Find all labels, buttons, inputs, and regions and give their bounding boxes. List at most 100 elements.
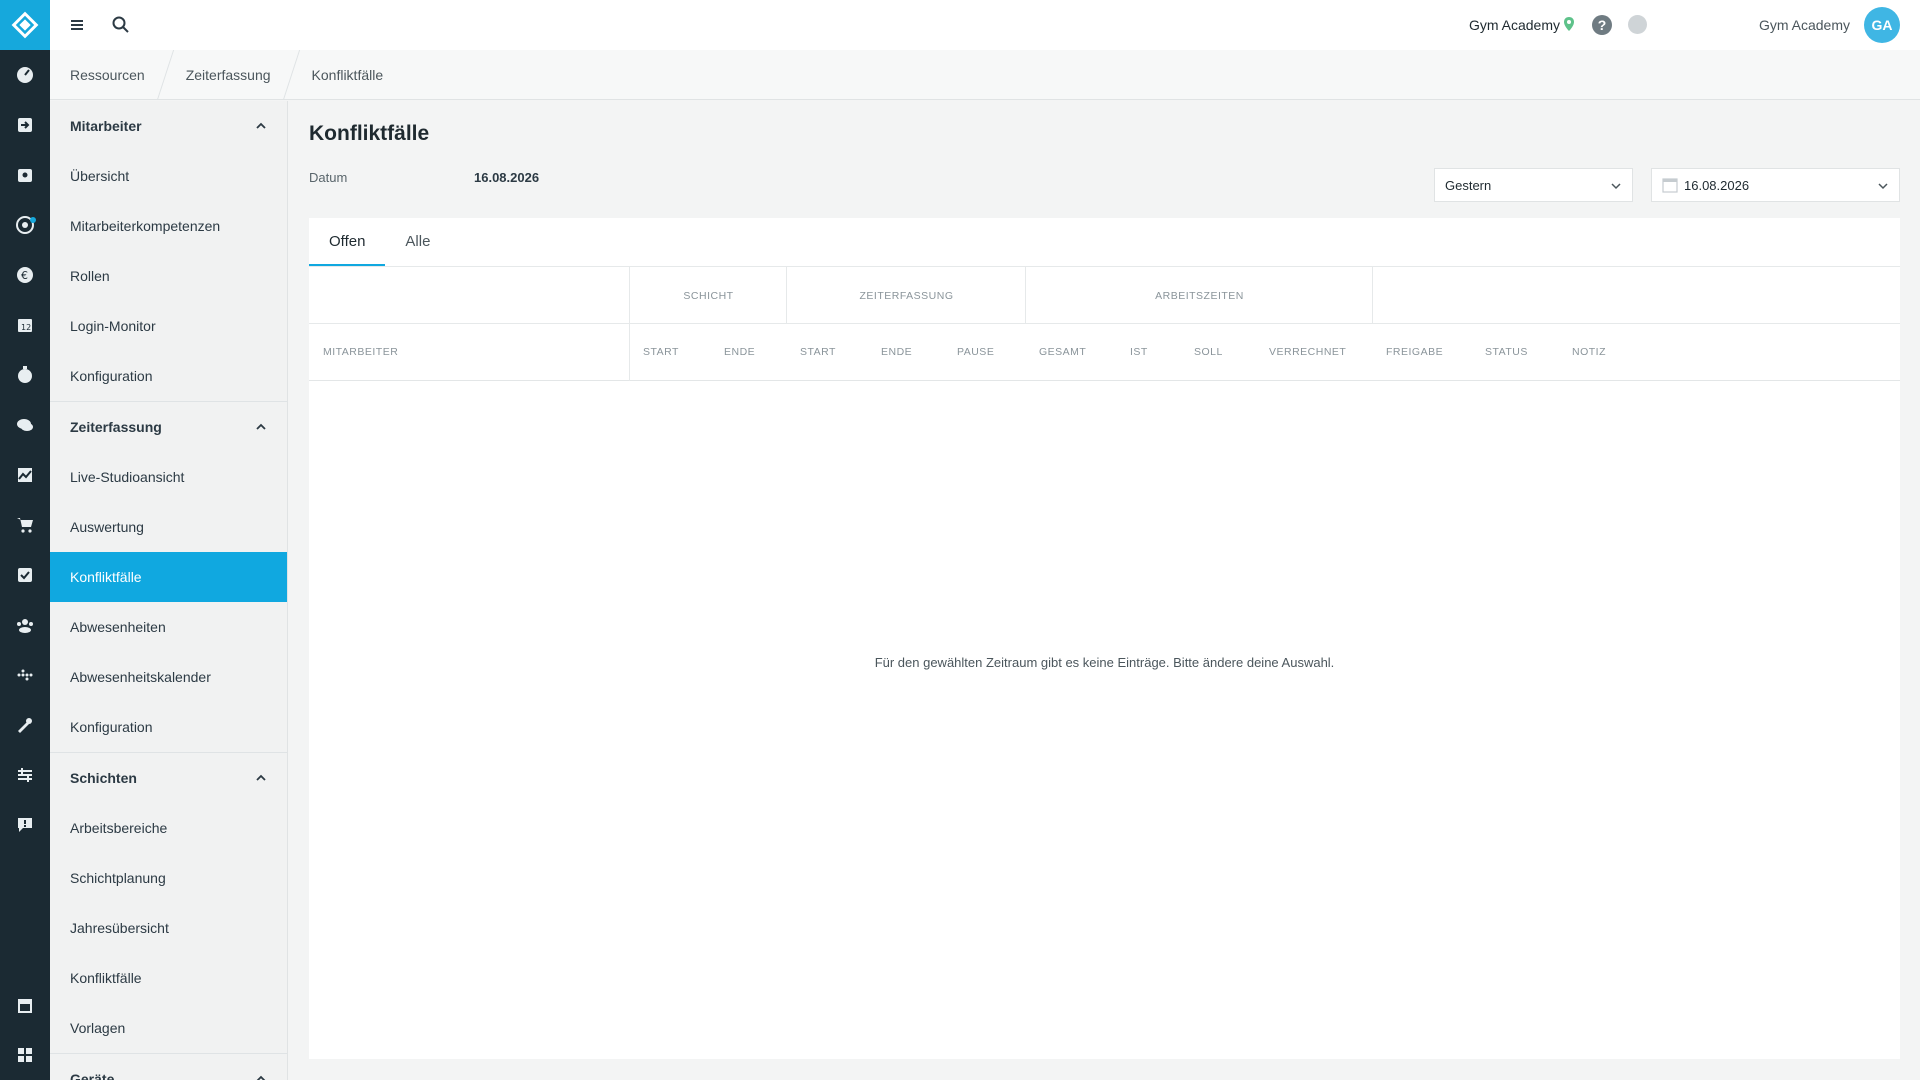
breadcrumb-zeiterfassung[interactable]: Zeiterfassung [166, 50, 291, 100]
main-nav-rail: € 12 [0, 0, 50, 1080]
section-zeiterfassung[interactable]: Zeiterfassung [50, 402, 287, 452]
sidebar-item-vorlagen[interactable]: Vorlagen [50, 1003, 287, 1053]
date-picker[interactable]: 16.08.2026 [1651, 168, 1900, 202]
sidebar-item-konfiguration[interactable]: Konfiguration [50, 351, 287, 401]
column-divider [629, 324, 630, 381]
tools-icon[interactable] [0, 700, 50, 750]
download-icon[interactable] [1628, 15, 1647, 34]
tasks-icon[interactable] [0, 550, 50, 600]
sidebar-item-live-studioansicht[interactable]: Live-Studioansicht [50, 452, 287, 502]
group-schicht: SCHICHT [629, 267, 787, 324]
sidebar-item-konfiguration[interactable]: Konfiguration [50, 702, 287, 752]
sidebar-item-uebersicht[interactable]: Übersicht [50, 151, 287, 201]
group-arbeitszeiten: ARBEITSZEITEN [1025, 267, 1373, 324]
table-column-header: MITARBEITER START ENDE START ENDE PAUSE … [309, 324, 1900, 381]
svg-text:12: 12 [21, 323, 31, 332]
col-gesamt[interactable]: GESAMT [1039, 324, 1086, 381]
sidebar-item-schicht-konfliktfaelle[interactable]: Konfliktfälle [50, 953, 287, 1003]
search-icon[interactable] [111, 15, 131, 35]
menu-icon[interactable] [68, 15, 88, 35]
col-schicht-ende[interactable]: ENDE [724, 324, 755, 381]
tab-alle[interactable]: Alle [385, 218, 450, 266]
period-select[interactable]: Gestern [1434, 168, 1633, 202]
chevron-up-icon [256, 774, 266, 781]
section-geraete[interactable]: Geräte [50, 1054, 287, 1080]
col-mitarbeiter[interactable]: MITARBEITER [323, 324, 398, 381]
sidebar-item-login-monitor[interactable]: Login-Monitor [50, 301, 287, 351]
col-freigabe[interactable]: FREIGABE [1386, 324, 1443, 381]
col-ist[interactable]: IST [1130, 324, 1148, 381]
notification-dot [30, 217, 36, 223]
group-empty [1372, 267, 1900, 324]
svg-text:€: € [21, 269, 28, 282]
user-name[interactable]: Gym Academy [1759, 17, 1850, 33]
top-bar: Gym Academy ? Gym Academy GA [50, 0, 1920, 50]
sidebar-item-rollen[interactable]: Rollen [50, 251, 287, 301]
col-verrechnet[interactable]: VERRECHNET [1269, 324, 1346, 381]
conflicts-card: Offen Alle SCHICHT ZEITERFASSUNG ARBEITS… [309, 218, 1900, 1059]
breadcrumb-ressourcen[interactable]: Ressourcen [50, 50, 165, 100]
sidebar-item-abwesenheiten[interactable]: Abwesenheiten [50, 602, 287, 652]
apps-icon[interactable] [0, 1030, 50, 1080]
section-title: Schichten [70, 770, 137, 786]
col-pause[interactable]: PAUSE [957, 324, 994, 381]
breadcrumb-konfliktfaelle: Konfliktfälle [311, 66, 384, 83]
chevron-down-icon [1878, 183, 1888, 190]
section-schichten[interactable]: Schichten [50, 753, 287, 803]
table-group-header: SCHICHT ZEITERFASSUNG ARBEITSZEITEN [309, 267, 1900, 324]
studio-selector[interactable]: Gym Academy [1469, 17, 1560, 33]
dashboard-icon[interactable] [0, 50, 50, 100]
date-label: Datum [309, 170, 348, 185]
logo-icon [11, 11, 39, 39]
section-title: Geräte [70, 1071, 115, 1080]
checkin-icon[interactable] [0, 100, 50, 150]
section-title: Zeiterfassung [70, 419, 162, 435]
col-notiz[interactable]: NOTIZ [1572, 324, 1606, 381]
timer-icon[interactable] [0, 350, 50, 400]
store-icon[interactable] [0, 980, 50, 1030]
breadcrumb: Ressourcen Zeiterfassung Konfliktfälle [50, 49, 1920, 100]
section-mitarbeiter[interactable]: Mitarbeiter [50, 101, 287, 151]
sidebar-item-schichtplanung[interactable]: Schichtplanung [50, 853, 287, 903]
sidebar-item-konfliktfaelle[interactable]: Konfliktfälle [50, 552, 287, 602]
col-zeiterfassung-ende[interactable]: ENDE [881, 324, 912, 381]
contacts-icon[interactable] [0, 150, 50, 200]
tab-offen[interactable]: Offen [309, 218, 386, 266]
col-schicht-start[interactable]: START [643, 324, 679, 381]
col-soll[interactable]: SOLL [1194, 324, 1223, 381]
staff-icon[interactable] [0, 600, 50, 650]
help-icon[interactable]: ? [1592, 15, 1612, 35]
chat-icon[interactable] [0, 400, 50, 450]
group-zeiterfassung: ZEITERFASSUNG [786, 267, 1026, 324]
sidebar-item-auswertung[interactable]: Auswertung [50, 502, 287, 552]
location-pin-icon [1564, 17, 1574, 31]
sidebar-item-jahresuebersicht[interactable]: Jahresübersicht [50, 903, 287, 953]
settings-sliders-icon[interactable] [0, 750, 50, 800]
chevron-up-icon [256, 122, 266, 129]
calendar-icon[interactable]: 12 [0, 300, 50, 350]
cart-icon[interactable] [0, 500, 50, 550]
euro-icon[interactable]: € [0, 250, 50, 300]
chevron-up-icon [256, 1075, 266, 1080]
sidebar-item-abwesenheitskalender[interactable]: Abwesenheitskalender [50, 652, 287, 702]
sidebar-item-arbeitsbereiche[interactable]: Arbeitsbereiche [50, 803, 287, 853]
app-logo[interactable] [0, 0, 50, 50]
calendar-icon [1662, 178, 1678, 193]
feedback-icon[interactable] [0, 800, 50, 850]
target-icon[interactable] [0, 200, 50, 250]
chart-icon[interactable] [0, 450, 50, 500]
chevron-up-icon [256, 423, 266, 430]
sub-navigation: Mitarbeiter Übersicht Mitarbeiterkompete… [50, 101, 288, 1080]
section-title: Mitarbeiter [70, 118, 142, 134]
sidebar-item-mitarbeiterkompetenzen[interactable]: Mitarbeiterkompetenzen [50, 201, 287, 251]
avatar[interactable]: GA [1864, 7, 1900, 43]
devices-icon[interactable] [0, 650, 50, 700]
col-zeiterfassung-start[interactable]: START [800, 324, 836, 381]
date-value: 16.08.2026 [474, 170, 540, 185]
chevron-down-icon [1611, 183, 1621, 190]
date-picker-value: 16.08.2026 [1684, 177, 1750, 193]
empty-state-message: Für den gewählten Zeitraum gibt es keine… [874, 655, 1335, 670]
col-status[interactable]: STATUS [1485, 324, 1528, 381]
tab-bar: Offen Alle [309, 218, 1900, 267]
page-title: Konfliktfälle [309, 122, 430, 145]
